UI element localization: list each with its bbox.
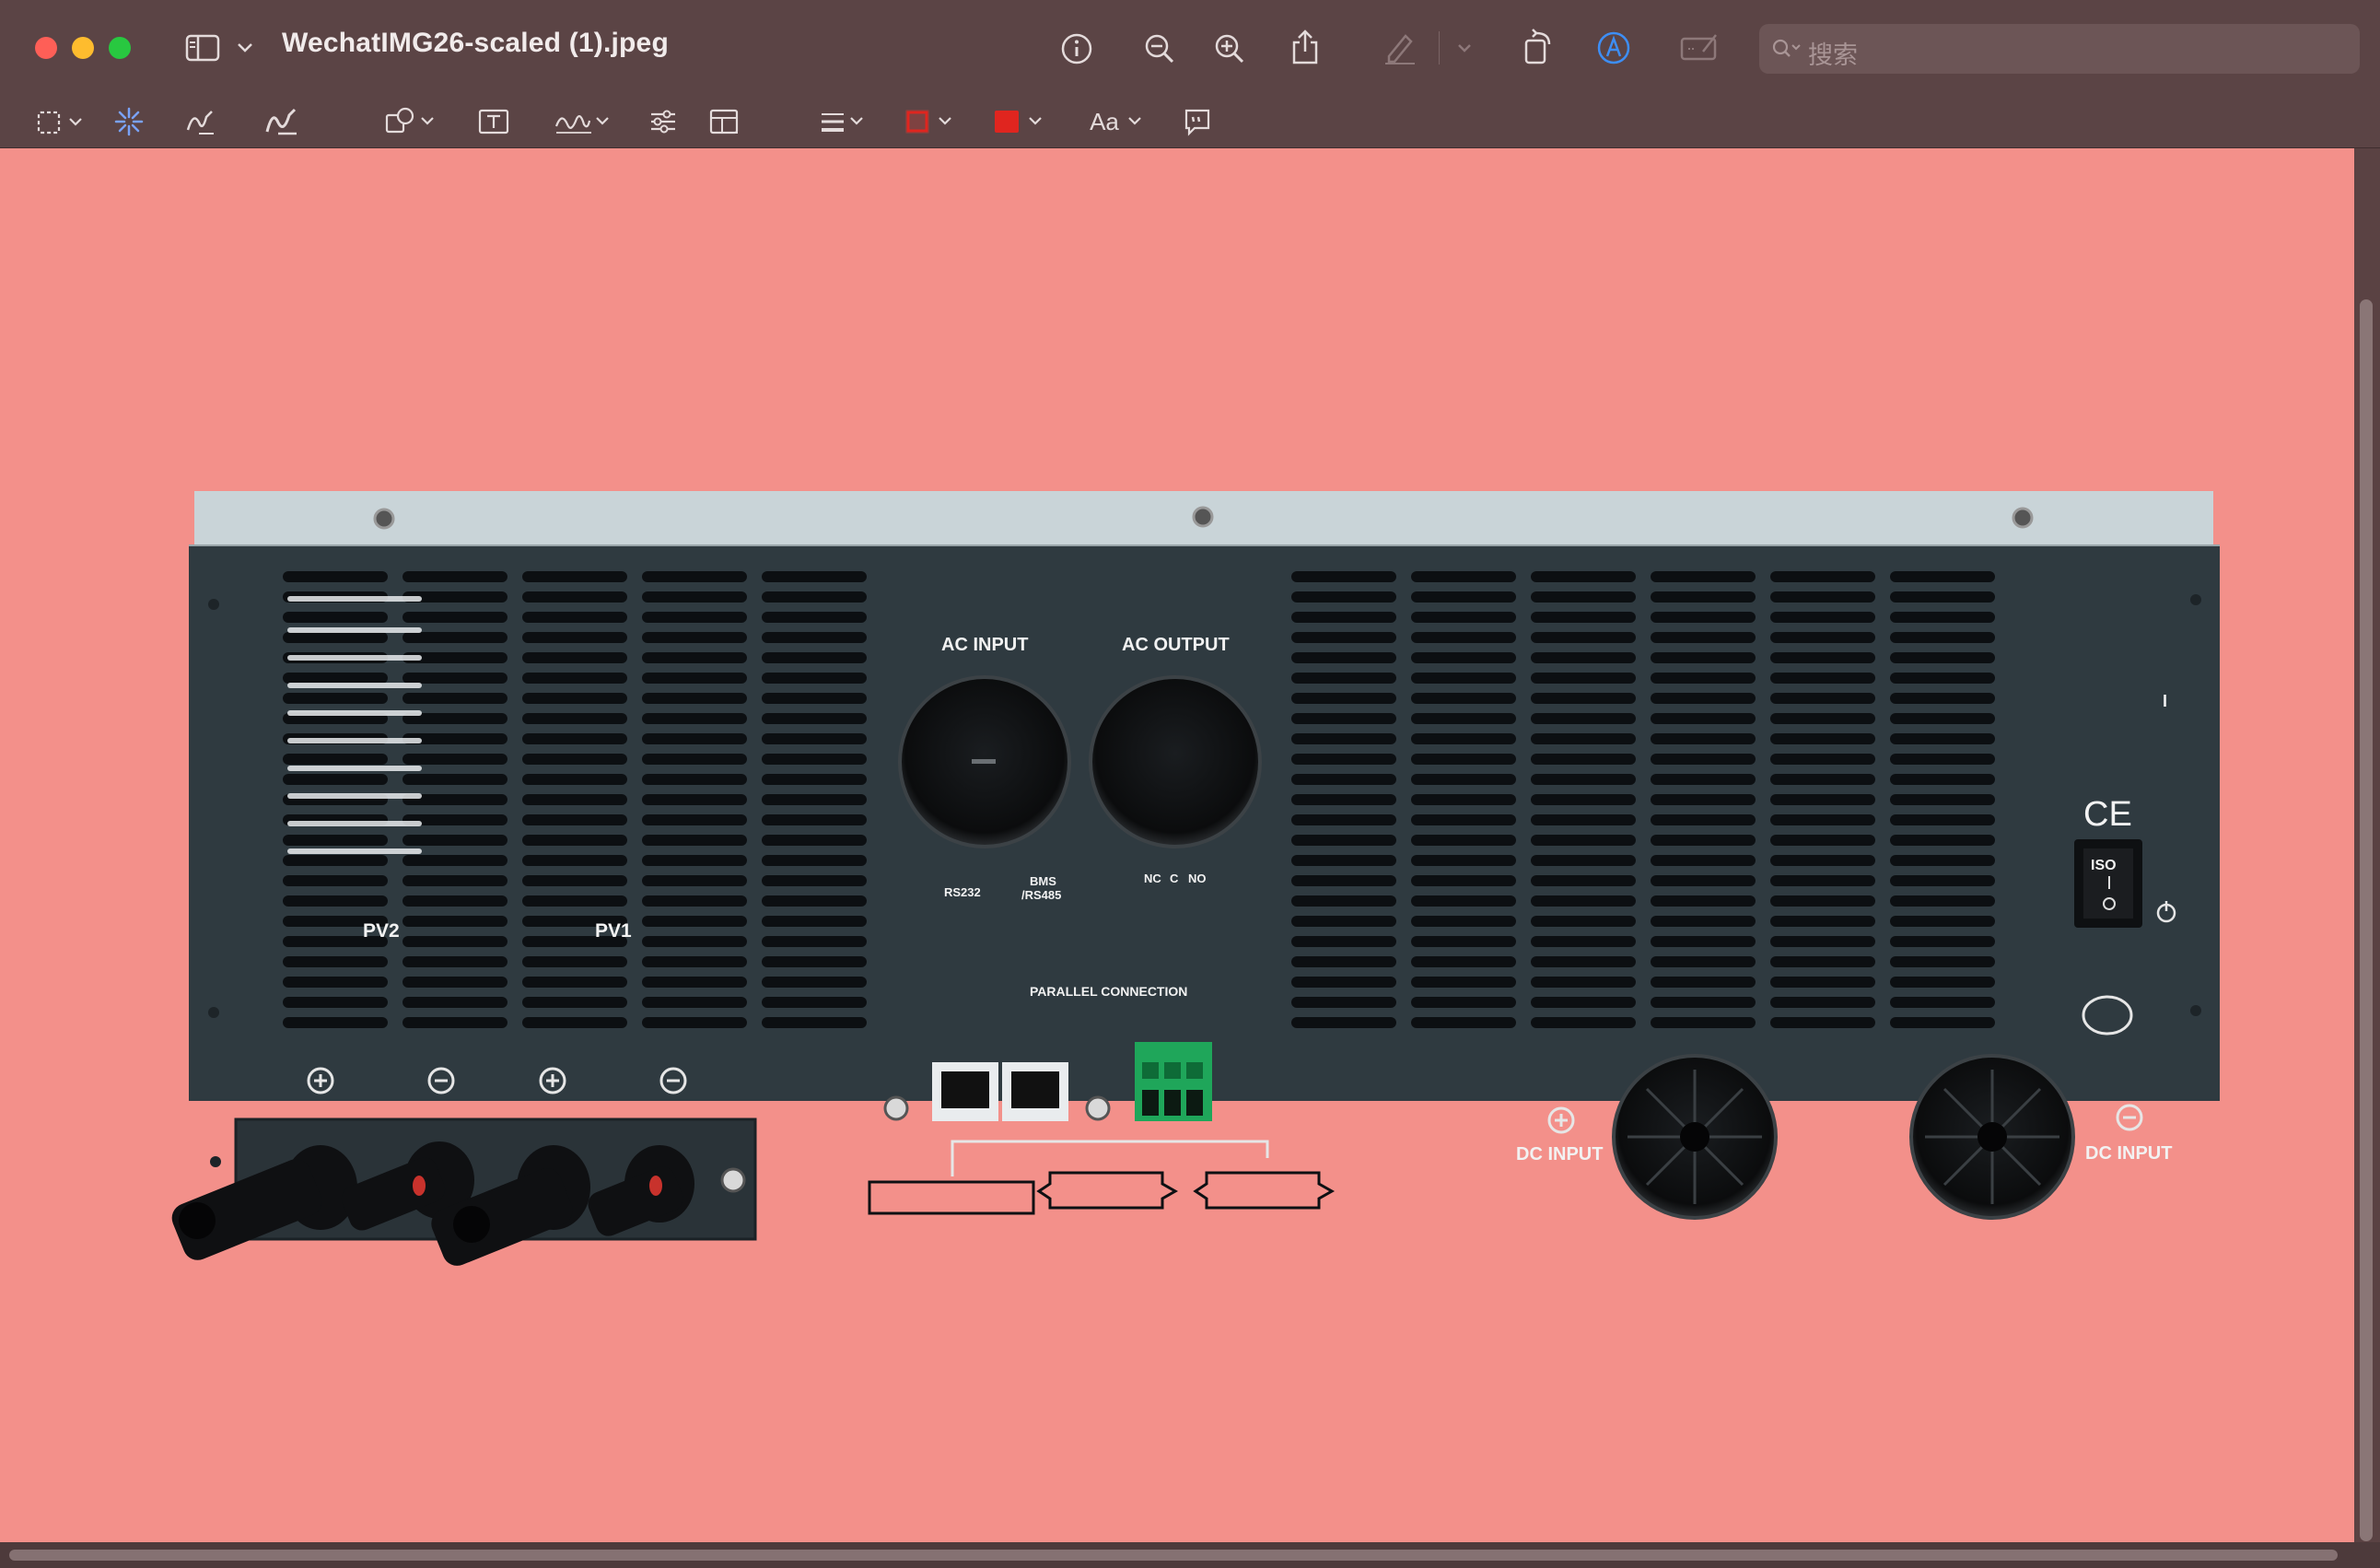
zoom-button[interactable]: [109, 37, 131, 59]
text-style-label: Aa: [1090, 107, 1119, 135]
search-placeholder: 搜索: [1808, 41, 1858, 69]
inverter-photo: [171, 491, 2220, 1266]
ac-input-label: AC INPUT: [941, 635, 1029, 655]
sidebar-icon[interactable]: [182, 29, 223, 66]
rect-select-icon[interactable]: [35, 107, 90, 138]
note-icon[interactable]: [1179, 105, 1216, 138]
markup-toolbar: Aa: [0, 96, 2380, 234]
ce-mark: CE: [2083, 795, 2132, 834]
text-style-icon[interactable]: Aa: [1089, 105, 1144, 138]
adjust-color-icon[interactable]: [645, 105, 682, 138]
highlight-icon[interactable]: [1380, 28, 1420, 66]
redact-icon[interactable]: [1678, 29, 1722, 66]
image-canvas[interactable]: AC INPUT AC OUTPUT PV2 PV1 RS232 BMS /RS…: [0, 148, 2380, 1546]
zoom-out-icon[interactable]: [1140, 29, 1179, 68]
rotate-icon[interactable]: [1518, 26, 1558, 68]
switch-on-mark: I: [2163, 692, 2168, 710]
vertical-scroll-thumb[interactable]: [2360, 299, 2373, 1541]
horizontal-scroll-thumb[interactable]: [9, 1550, 2338, 1561]
no-label: NO: [1188, 872, 1207, 885]
sign-icon[interactable]: [553, 105, 613, 138]
info-icon[interactable]: [1057, 29, 1096, 68]
border-color-icon[interactable]: [903, 105, 960, 138]
parallel-connection-label: PARALLEL CONNECTION: [1024, 984, 1194, 999]
search-field[interactable]: 搜索: [1759, 24, 2360, 74]
shapes-icon[interactable]: [383, 105, 440, 138]
iso-mark: ISO: [2091, 858, 2117, 873]
ac-output-label: AC OUTPUT: [1122, 635, 1230, 655]
pv1-label: PV1: [595, 920, 632, 942]
share-icon[interactable]: [1286, 26, 1324, 68]
document-title: WechatIMG26-scaled (1).jpeg: [282, 28, 669, 58]
adjust-size-icon[interactable]: [706, 105, 742, 138]
line-style-icon[interactable]: [818, 105, 873, 138]
close-button[interactable]: [35, 37, 57, 59]
divider: [1439, 31, 1440, 64]
chevron-down-icon[interactable]: [232, 37, 258, 59]
dc-input-positive-label: DC INPUT: [1516, 1144, 1604, 1164]
text-icon[interactable]: [475, 105, 512, 138]
search-icon: [1771, 36, 1804, 62]
rs232-label: RS232: [944, 885, 981, 899]
draw-icon[interactable]: [262, 105, 302, 138]
minimize-button[interactable]: [72, 37, 94, 59]
fill-color-icon[interactable]: [991, 105, 1048, 138]
markup-icon[interactable]: [1593, 28, 1634, 68]
bms-label: BMS: [1030, 874, 1056, 888]
dc-input-negative-label: DC INPUT: [2085, 1143, 2173, 1164]
title-bar: WechatIMG26-scaled (1).jpeg 搜索: [0, 0, 2380, 97]
zoom-in-icon[interactable]: [1210, 29, 1249, 68]
instant-alpha-icon[interactable]: [111, 105, 147, 138]
sketch-icon[interactable]: [181, 105, 221, 138]
rs485-label: /RS485: [1021, 888, 1062, 902]
nc-label: NC: [1144, 872, 1161, 885]
chevron-down-icon[interactable]: [1453, 39, 1476, 57]
c-label: C: [1170, 872, 1179, 885]
pv2-label: PV2: [363, 920, 400, 942]
